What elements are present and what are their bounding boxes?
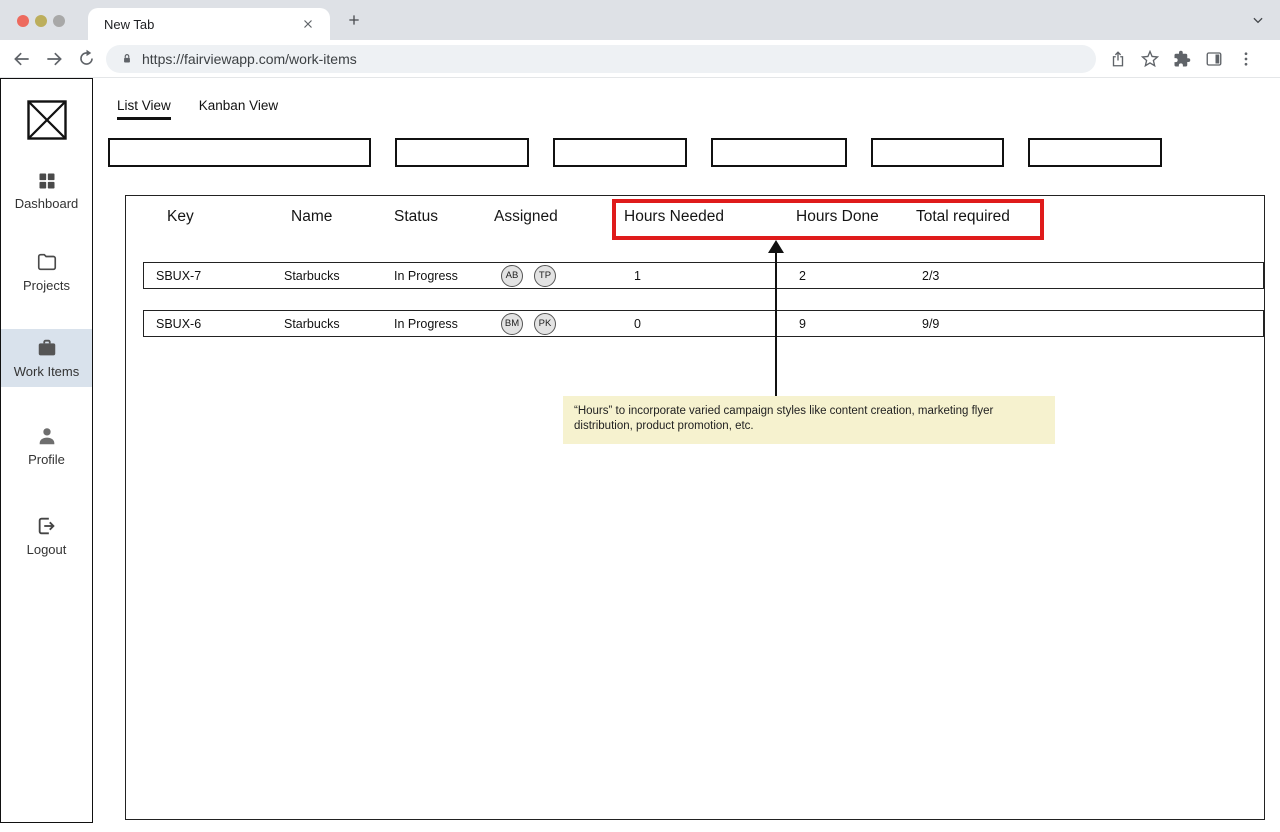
url-text: https://fairviewapp.com/work-items xyxy=(142,50,357,67)
sidebar-item-work-items[interactable]: Work Items xyxy=(1,329,92,387)
sidebar: Dashboard Projects Work Items Profile Lo… xyxy=(0,78,93,823)
logo-placeholder[interactable] xyxy=(27,100,67,140)
tab-title: New Tab xyxy=(104,16,155,32)
work-items-table: Key Name Status Assigned Hours Needed Ho… xyxy=(125,195,1265,820)
filter-box[interactable] xyxy=(395,138,529,167)
new-tab-button[interactable] xyxy=(342,8,366,32)
sidebar-item-projects[interactable]: Projects xyxy=(1,243,92,299)
cell-assigned: AB TP xyxy=(501,264,556,287)
column-header-name: Name xyxy=(291,208,333,225)
filter-box[interactable] xyxy=(711,138,847,167)
dashboard-icon xyxy=(1,171,92,191)
sidebar-item-label: Work Items xyxy=(13,364,80,379)
avatar: BM xyxy=(501,312,523,335)
cell-total-required: 2/3 xyxy=(922,268,940,283)
briefcase-icon xyxy=(1,337,92,359)
browser-tab[interactable]: New Tab xyxy=(88,8,330,40)
filter-box[interactable] xyxy=(871,138,1004,167)
address-bar[interactable]: https://fairviewapp.com/work-items xyxy=(106,44,1096,73)
person-icon xyxy=(1,425,92,447)
sidebar-item-dashboard[interactable]: Dashboard xyxy=(1,163,92,215)
lock-icon xyxy=(120,52,134,66)
cell-hours-needed: 0 xyxy=(634,316,641,331)
filter-box[interactable] xyxy=(108,138,371,167)
avatar: AB xyxy=(501,264,523,287)
cell-key: SBUX-6 xyxy=(156,316,202,331)
sidebar-item-profile[interactable]: Profile xyxy=(1,417,92,475)
window-close-button[interactable] xyxy=(17,15,29,27)
sidebar-item-label: Logout xyxy=(26,542,67,557)
logout-icon xyxy=(1,515,92,537)
filter-box[interactable] xyxy=(1028,138,1162,167)
bookmark-star-icon[interactable] xyxy=(1138,47,1162,71)
column-header-status: Status xyxy=(394,208,438,225)
main-panel: List View Kanban View Key Name Status As… xyxy=(93,78,1280,832)
cell-status: In Progress xyxy=(394,268,458,283)
cell-hours-needed: 1 xyxy=(634,268,641,283)
side-panel-icon[interactable] xyxy=(1202,47,1226,71)
back-button[interactable] xyxy=(10,47,34,71)
tab-kanban-view[interactable]: Kanban View xyxy=(199,98,278,120)
annotation-arrow-line xyxy=(775,252,777,396)
folder-icon xyxy=(1,251,92,273)
tab-close-icon[interactable] xyxy=(296,12,320,36)
cell-key: SBUX-7 xyxy=(156,268,202,283)
sidebar-item-label: Profile xyxy=(28,452,65,467)
cell-hours-done: 2 xyxy=(799,268,806,283)
filter-row xyxy=(108,138,1162,167)
sidebar-item-label: Projects xyxy=(23,278,70,293)
annotation-note: “Hours” to incorporate varied campaign s… xyxy=(563,396,1055,445)
extensions-puzzle-icon[interactable] xyxy=(1170,47,1194,71)
cell-status: In Progress xyxy=(394,316,458,331)
column-header-key: Key xyxy=(167,208,194,225)
cell-name: Starbucks xyxy=(284,268,340,283)
avatar: TP xyxy=(534,264,556,287)
forward-button[interactable] xyxy=(42,47,66,71)
tab-list-view[interactable]: List View xyxy=(117,98,171,120)
filter-box[interactable] xyxy=(553,138,687,167)
cell-hours-done: 9 xyxy=(799,316,806,331)
app-content: Dashboard Projects Work Items Profile Lo… xyxy=(0,78,1280,832)
window-maximize-button[interactable] xyxy=(53,15,65,27)
browser-menu-icon[interactable] xyxy=(1234,47,1258,71)
table-row[interactable]: SBUX-6 Starbucks In Progress BM PK 0 9 9… xyxy=(143,310,1264,337)
reload-button[interactable] xyxy=(74,47,98,71)
share-icon[interactable] xyxy=(1106,47,1130,71)
table-row[interactable]: SBUX-7 Starbucks In Progress AB TP 1 2 2… xyxy=(143,262,1264,289)
view-tabs: List View Kanban View xyxy=(117,98,278,120)
browser-toolbar: https://fairviewapp.com/work-items xyxy=(0,40,1280,78)
tab-search-chevron-icon[interactable] xyxy=(1246,8,1270,32)
avatar: PK xyxy=(534,312,556,335)
sidebar-item-logout[interactable]: Logout xyxy=(1,507,92,565)
column-header-total-required: Total required xyxy=(916,208,1010,225)
tab-strip: New Tab xyxy=(0,0,1280,40)
column-header-hours-needed: Hours Needed xyxy=(624,208,724,225)
sidebar-item-label: Dashboard xyxy=(14,196,79,211)
column-header-assigned: Assigned xyxy=(494,208,558,225)
cell-total-required: 9/9 xyxy=(922,316,940,331)
window-minimize-button[interactable] xyxy=(35,15,47,27)
browser-window: New Tab https://fairviewapp.com/work-ite… xyxy=(0,0,1280,832)
column-header-hours-done: Hours Done xyxy=(796,208,879,225)
cell-name: Starbucks xyxy=(284,316,340,331)
cell-assigned: BM PK xyxy=(501,312,556,335)
